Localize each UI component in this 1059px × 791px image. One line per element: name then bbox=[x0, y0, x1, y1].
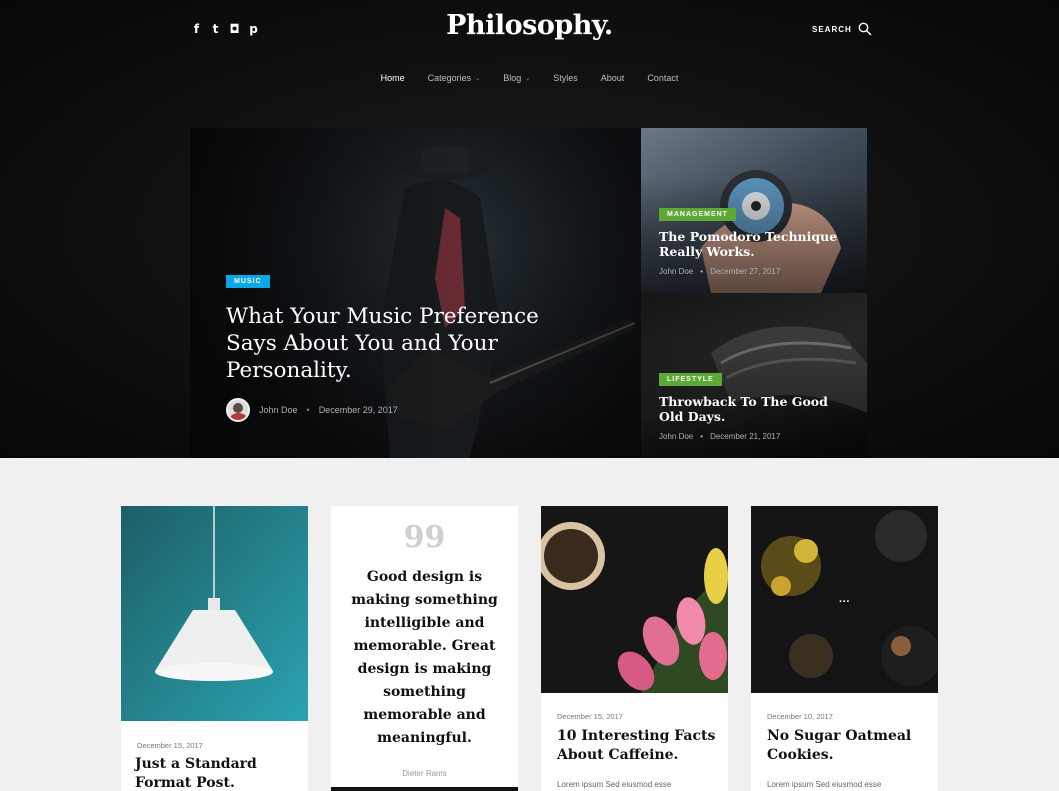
featured-side-post[interactable]: LIFESTYLE Throwback To The Good Old Days… bbox=[641, 293, 867, 458]
nav-label: Blog bbox=[503, 73, 522, 83]
post-excerpt: Lorem ipsum Sed eiusmod esse bbox=[767, 780, 882, 789]
search-button[interactable]: SEARCH bbox=[812, 22, 872, 36]
quote-icon: 99 bbox=[403, 520, 446, 555]
category-badge[interactable]: MANAGEMENT bbox=[659, 208, 736, 221]
search-icon bbox=[858, 22, 872, 36]
separator-dot: • bbox=[700, 432, 704, 441]
avatar bbox=[226, 398, 250, 422]
post-card[interactable]: ··· December 10, 2017 No Sugar Oatmeal C… bbox=[751, 506, 938, 791]
search-label: SEARCH bbox=[812, 24, 852, 34]
post-author[interactable]: John Doe bbox=[659, 267, 693, 276]
chevron-down-icon: ⌄ bbox=[475, 75, 481, 82]
post-date: December 15, 2017 bbox=[137, 741, 203, 750]
post-date: December 10, 2017 bbox=[767, 712, 833, 721]
post-title[interactable]: Just a Standard Format Post. bbox=[135, 755, 295, 791]
post-excerpt: Lorem ipsum Sed eiusmod esse bbox=[557, 780, 672, 789]
chevron-down-icon: ⌄ bbox=[525, 75, 531, 82]
post-date: December 29, 2017 bbox=[318, 405, 398, 415]
quote-text: Good design is making something intellig… bbox=[351, 569, 498, 746]
nav-item-styles[interactable]: Styles bbox=[553, 73, 578, 83]
more-dots-icon[interactable]: ··· bbox=[839, 596, 850, 608]
post-date: December 15, 2017 bbox=[557, 712, 623, 721]
main-nav: Home Categories ⌄ Blog ⌄ Styles About Cont… bbox=[0, 73, 1059, 83]
next-card-image bbox=[331, 787, 518, 791]
coffee-flowers-image bbox=[541, 506, 728, 693]
nav-item-blog[interactable]: Blog ⌄ bbox=[503, 73, 530, 83]
featured-title[interactable]: What Your Music Preference Says About Yo… bbox=[226, 303, 556, 384]
nav-item-categories[interactable]: Categories ⌄ bbox=[428, 73, 481, 83]
post-author[interactable]: John Doe bbox=[659, 432, 693, 441]
category-badge[interactable]: LIFESTYLE bbox=[659, 373, 722, 386]
nav-item-about[interactable]: About bbox=[601, 73, 625, 83]
featured-side-post[interactable]: MANAGEMENT The Pomodoro Technique Really… bbox=[641, 128, 867, 293]
nav-item-contact[interactable]: Contact bbox=[647, 73, 678, 83]
site-logo[interactable]: Philosophy. bbox=[0, 10, 1059, 41]
post-card[interactable]: December 15, 2017 10 Interesting Facts A… bbox=[541, 506, 728, 791]
lamp-image bbox=[121, 506, 308, 721]
featured-main-post[interactable]: MUSIC What Your Music Preference Says Ab… bbox=[190, 128, 641, 458]
post-title[interactable]: No Sugar Oatmeal Cookies. bbox=[767, 727, 927, 765]
nav-label: Home bbox=[380, 73, 405, 83]
post-title[interactable]: 10 Interesting Facts About Caffeine. bbox=[557, 727, 717, 765]
post-date: December 21, 2017 bbox=[710, 432, 781, 441]
post-meta: John Doe • December 27, 2017 bbox=[659, 267, 780, 276]
post-card[interactable]: December 15, 2017 Just a Standard Format… bbox=[121, 506, 308, 791]
quote-author: Dieter Rams bbox=[402, 769, 447, 778]
separator-dot: • bbox=[700, 267, 704, 276]
side-post-title[interactable]: Throwback To The Good Old Days. bbox=[659, 394, 849, 424]
nav-label: Contact bbox=[647, 73, 679, 83]
category-badge[interactable]: MUSIC bbox=[226, 275, 270, 288]
post-meta: John Doe • December 29, 2017 bbox=[226, 398, 398, 422]
nav-label: Styles bbox=[553, 73, 578, 83]
post-author[interactable]: John Doe bbox=[259, 405, 298, 415]
post-meta: John Doe • December 21, 2017 bbox=[659, 432, 780, 441]
separator-dot: • bbox=[306, 405, 310, 415]
post-date: December 27, 2017 bbox=[710, 267, 781, 276]
quote-card[interactable]: 99 Good design is making something intel… bbox=[331, 506, 518, 791]
side-post-title[interactable]: The Pomodoro Technique Really Works. bbox=[659, 229, 849, 259]
nav-label: About bbox=[600, 73, 625, 83]
hero-section: f t ◘ p Philosophy. SEARCH Home Categori… bbox=[0, 0, 1059, 458]
nav-item-home[interactable]: Home bbox=[381, 73, 405, 83]
nav-label: Categories bbox=[427, 73, 472, 83]
